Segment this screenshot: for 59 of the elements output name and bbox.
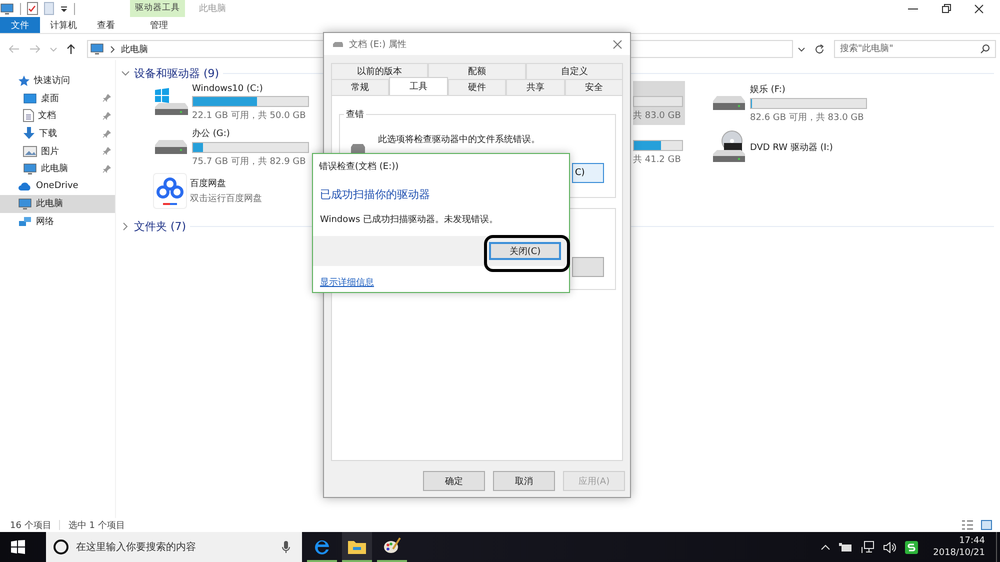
ribbon-context-label: 驱动器工具 bbox=[130, 0, 185, 17]
drive-name: DVD RW 驱动器 (I:) bbox=[750, 142, 833, 154]
sidebar-item[interactable]: 下载 bbox=[0, 124, 115, 142]
drive-tile[interactable]: 娱乐 (F:) 82.6 GB 可用，共 83.0 GB bbox=[709, 81, 871, 125]
group-title: 查错 bbox=[344, 108, 366, 121]
capacity-text: 22.1 GB 可用，共 50.0 GB bbox=[192, 110, 306, 122]
clock-date[interactable]: 2018/10/21 bbox=[933, 548, 985, 558]
dialog-button[interactable]: 取消 bbox=[493, 471, 555, 491]
drive-tile[interactable]: 共 41.2 GB bbox=[633, 125, 685, 169]
dialog-tab[interactable]: 工具 bbox=[389, 77, 448, 95]
window-title: 此电脑 bbox=[199, 2, 226, 15]
capacity-text: 双击运行百度网盘 bbox=[190, 192, 262, 205]
section-title[interactable]: 设备和驱动器 (9) bbox=[134, 66, 220, 80]
section-title[interactable]: 文件夹 (7) bbox=[134, 218, 186, 234]
sidebar-item[interactable]: 此电脑 bbox=[0, 195, 115, 213]
group-description: 此选项将检查驱动器中的文件系统错误。 bbox=[378, 134, 540, 146]
dialog-tab[interactable]: 以前的版本 bbox=[331, 63, 428, 79]
clock-time[interactable]: 17:44 bbox=[959, 536, 985, 546]
capacity-text: 共 83.0 GB bbox=[633, 110, 681, 122]
sidebar-item[interactable]: 网络 bbox=[0, 212, 115, 230]
dialog-tab[interactable]: 共享 bbox=[506, 79, 565, 95]
sidebar-item[interactable]: 图片 bbox=[0, 142, 115, 160]
sidebar-item[interactable]: 文档 bbox=[0, 107, 115, 125]
drive-name: Windows10 (C:) bbox=[192, 84, 263, 94]
search-field[interactable]: 搜索"此电脑" bbox=[834, 40, 996, 58]
drive-name: 百度网盘 bbox=[190, 178, 226, 190]
close-button[interactable]: 关闭(C) bbox=[489, 242, 561, 260]
drive-name: 办公 (G:) bbox=[192, 128, 230, 140]
dialog-tab[interactable]: 常规 bbox=[331, 79, 390, 95]
sidebar-item[interactable]: OneDrive bbox=[0, 178, 115, 196]
sidebar-item[interactable]: 此电脑 bbox=[0, 160, 115, 178]
sidebar-item[interactable]: 快速访问 bbox=[0, 72, 115, 90]
check-button[interactable]: C) bbox=[572, 163, 604, 183]
dialog-button[interactable]: 确定 bbox=[423, 471, 485, 491]
dialog-tab[interactable]: 自定义 bbox=[526, 63, 623, 79]
details-link[interactable]: 显示详细信息 bbox=[320, 276, 374, 289]
drive-tile[interactable]: 办公 (G:) 75.7 GB 可用，共 82.9 GB bbox=[151, 125, 313, 169]
dialog-tab[interactable]: 安全 bbox=[564, 79, 624, 95]
capacity-text: 82.6 GB 可用，共 83.0 GB bbox=[750, 112, 864, 124]
drive-name: 娱乐 (F:) bbox=[750, 84, 786, 96]
capacity-text: 共 41.2 GB bbox=[633, 154, 681, 166]
item-count: 16 个项目 bbox=[10, 520, 52, 532]
ribbon-tab[interactable]: 计算机 bbox=[40, 17, 87, 33]
drive-tile[interactable]: DVD RW 驱动器 (I:) bbox=[709, 125, 871, 169]
dialog-title: 文档 (E:) 属性 bbox=[349, 38, 406, 50]
ribbon-tab[interactable]: 查看 bbox=[87, 17, 125, 33]
ribbon-tab[interactable]: 管理 bbox=[131, 17, 187, 33]
taskbar-search-field[interactable]: 在这里输入你要搜索的内容 bbox=[46, 532, 302, 562]
drive-tile[interactable]: 百度网盘 双击运行百度网盘 bbox=[151, 169, 313, 213]
result-heading: 已成功扫描你的驱动器 bbox=[320, 187, 431, 202]
drive-tile[interactable]: Windows10 (C:) 22.1 GB 可用，共 50.0 GB bbox=[151, 81, 313, 125]
dialog-tab[interactable]: 硬件 bbox=[448, 79, 506, 95]
result-message: Windows 已成功扫描驱动器。未发现错误。 bbox=[320, 214, 500, 226]
dialog-title: 错误检查(文档 (E:)) bbox=[319, 160, 400, 173]
selection-count: 选中 1 个项目 bbox=[68, 520, 125, 532]
drive-tile[interactable]: 共 83.0 GB bbox=[633, 81, 685, 125]
dialog-tab[interactable]: 配额 bbox=[428, 63, 526, 79]
capacity-text: 75.7 GB 可用，共 82.9 GB bbox=[192, 156, 306, 168]
sidebar-item[interactable]: 桌面 bbox=[0, 90, 115, 108]
